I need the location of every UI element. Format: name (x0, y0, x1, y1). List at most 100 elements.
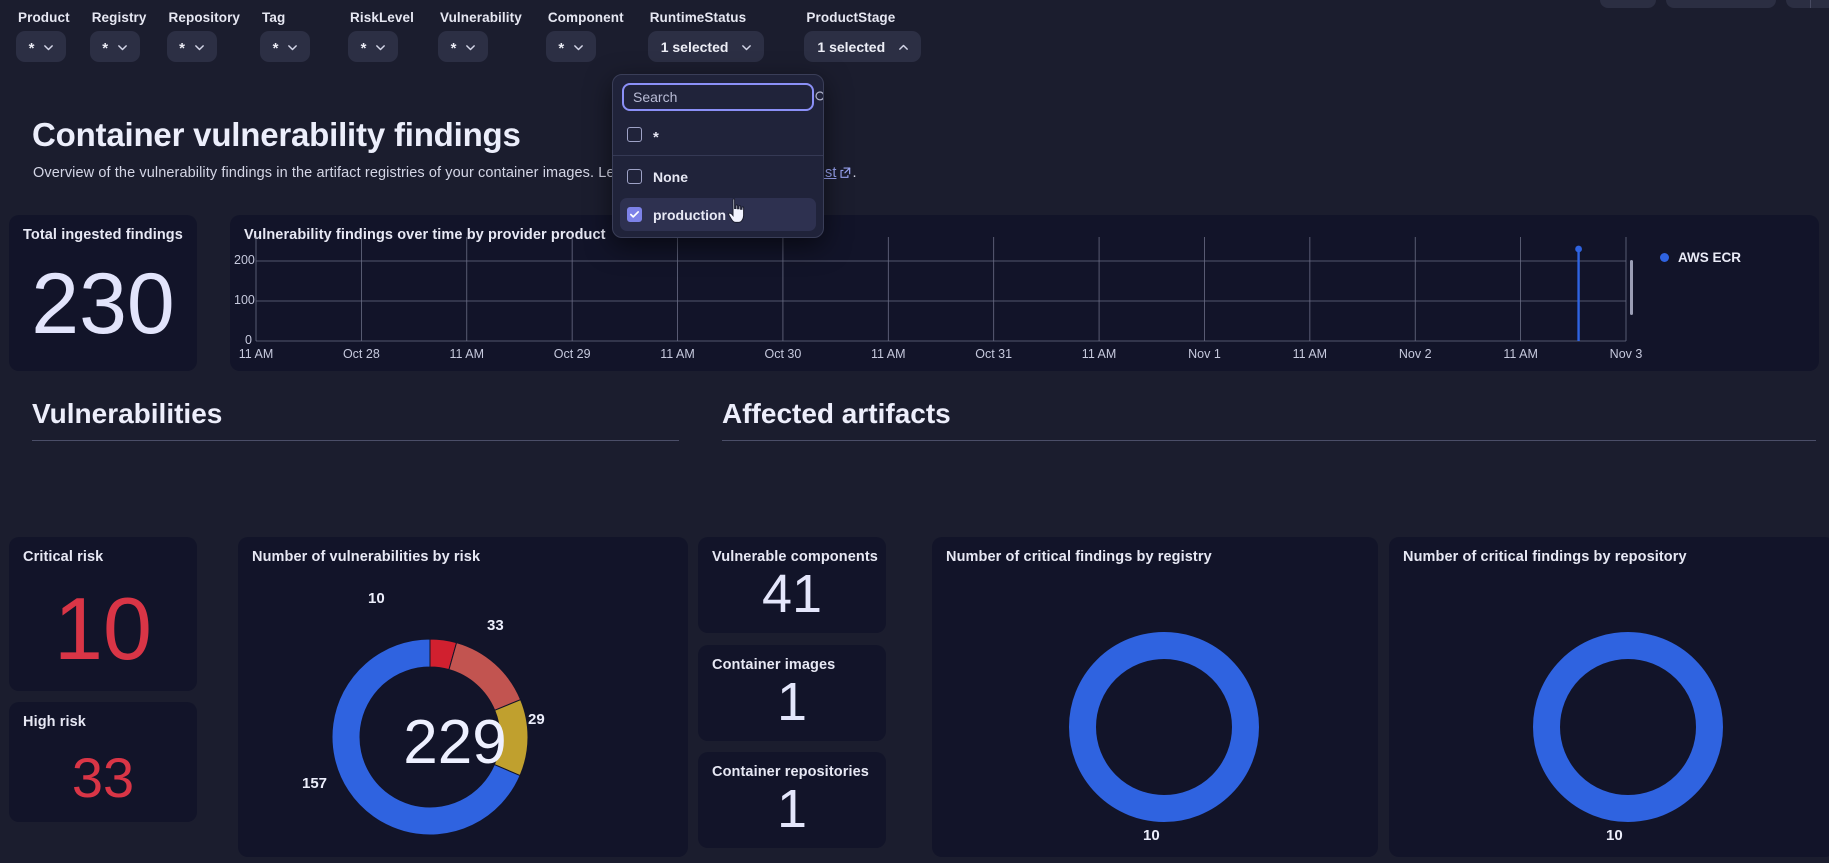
donut-slice-label: 10 (1143, 827, 1160, 844)
dropdown-option-all[interactable]: * (620, 118, 816, 151)
donut-slice-label: 157 (302, 775, 328, 792)
y-axis-tick-label: 200 (234, 253, 255, 267)
filter-group-product: Product * (16, 10, 70, 62)
filter-label-productstage: ProductStage (806, 10, 896, 25)
filter-bar: Product * Registry * Repository * Tag * … (16, 10, 931, 62)
filter-group-registry: Registry * (89, 10, 147, 62)
page-description-suffix: . (852, 165, 857, 181)
checkbox-icon[interactable] (627, 169, 642, 184)
top-button-partial-2[interactable] (1666, 0, 1776, 8)
filter-control-repository[interactable]: * (166, 31, 217, 62)
donut-slice-label: 10 (1606, 827, 1623, 844)
filter-control-productstage[interactable]: 1 selected (804, 31, 922, 62)
filter-value-repository: * (179, 39, 185, 57)
top-chrome-partial (1600, 0, 1829, 8)
checkbox-icon[interactable] (627, 127, 642, 142)
card-container-repositories: Container repositories 1 (698, 752, 886, 848)
section-rule (32, 440, 679, 441)
donut-slice-label: 29 (528, 711, 545, 728)
chevron-down-icon (194, 42, 204, 52)
card-title: Container images (712, 657, 836, 673)
donut-chart-critical-by-registry (1069, 632, 1259, 822)
filter-control-runtimestatus[interactable]: 1 selected (647, 31, 765, 62)
card-total-ingested-findings: Total ingested findings 230 (9, 215, 197, 371)
card-value: 1 (776, 779, 808, 839)
filter-group-runtimestatus: RuntimeStatus 1 selected (647, 10, 765, 62)
card-container-images: Container images 1 (698, 645, 886, 741)
filter-label-risklevel: RiskLevel (350, 10, 414, 25)
x-axis-tick-label: 11 AM (660, 347, 695, 361)
donut-slice-label: 33 (487, 617, 504, 634)
card-vulnerable-components: Vulnerable components 41 (698, 537, 886, 633)
top-divider (1810, 0, 1811, 8)
x-axis-tick-label: 11 AM (1292, 347, 1328, 361)
card-critical-findings-by-registry: Number of critical findings by registry … (932, 537, 1378, 857)
productstage-dropdown-panel: * None production (612, 74, 824, 238)
filter-label-runtimestatus: RuntimeStatus (649, 10, 747, 25)
filter-control-product[interactable]: * (16, 31, 66, 62)
filter-control-tag[interactable]: * (260, 31, 311, 62)
dropdown-option-label: production (653, 206, 727, 223)
filter-group-tag: Tag * (260, 10, 311, 62)
filter-label-registry: Registry (91, 10, 147, 25)
x-axis-tick-label: 11 AM (1081, 347, 1117, 361)
x-axis-tick-label: 11 AM (871, 347, 906, 361)
filter-control-registry[interactable]: * (89, 31, 140, 62)
card-value: 33 (71, 746, 135, 809)
donut-slice-label: 10 (368, 590, 385, 607)
filter-group-risklevel: RiskLevel * (348, 10, 414, 62)
dropdown-option-production[interactable]: production (620, 198, 816, 231)
top-button-partial-1[interactable] (1600, 0, 1656, 8)
external-link-icon (839, 166, 852, 183)
checkbox-checked-icon[interactable] (627, 207, 642, 222)
dropdown-option-label: * (653, 129, 659, 146)
filter-group-vulnerability: Vulnerability * (437, 10, 522, 62)
legend-color-swatch (1660, 253, 1669, 262)
dropdown-separator (613, 155, 823, 156)
card-vulnerability-findings-over-time: Vulnerability findings over time by prov… (230, 215, 1819, 371)
x-axis-tick-label: Nov 2 (1398, 347, 1432, 361)
card-title: High risk (23, 714, 86, 730)
chevron-down-icon (287, 42, 298, 52)
card-title: Total ingested findings (23, 227, 183, 243)
x-axis-tick-label: 11 AM (449, 347, 485, 361)
y-axis-tick-label: 0 (245, 333, 252, 347)
filter-group-repository: Repository * (166, 10, 241, 62)
filter-label-component: Component (547, 10, 624, 25)
card-critical-risk: Critical risk 10 (9, 537, 197, 691)
filter-control-component[interactable]: * (545, 31, 596, 62)
filter-group-productstage: ProductStage 1 selected (804, 10, 922, 62)
chevron-up-icon (898, 42, 909, 52)
card-value: 10 (54, 579, 152, 678)
filter-value-runtimestatus: 1 selected (660, 38, 729, 55)
dropdown-search-box[interactable] (622, 83, 823, 111)
x-axis-tick-label: Oct 31 (975, 347, 1013, 361)
chevron-down-icon (573, 42, 584, 52)
filter-control-vulnerability[interactable]: * (437, 31, 488, 62)
card-title: Vulnerable components (712, 549, 878, 565)
chart-legend: AWS ECR (1660, 250, 1741, 265)
filter-label-tag: Tag (262, 10, 286, 25)
donut-chart-critical-by-repository (1533, 632, 1723, 822)
filter-value-productstage: 1 selected (817, 38, 886, 55)
chevron-down-icon (117, 42, 128, 52)
card-value: 230 (31, 256, 175, 352)
x-axis-tick-label: Oct 30 (764, 347, 802, 361)
chevron-down-icon (43, 42, 54, 52)
top-button-partial-3[interactable] (1786, 0, 1829, 8)
search-input[interactable] (633, 89, 814, 105)
filter-value-registry: * (102, 39, 109, 57)
donut-chart-vulnerabilities-by-risk (331, 638, 529, 836)
card-critical-findings-by-repository: Number of critical findings by repositor… (1389, 537, 1829, 857)
x-axis-tick-label: 11 AM (238, 347, 274, 361)
filter-value-component: * (558, 39, 565, 57)
dropdown-option-label: None (653, 168, 688, 185)
dropdown-option-none[interactable]: None (620, 160, 816, 193)
filter-control-risklevel[interactable]: * (348, 31, 399, 62)
page-title: Container vulnerability findings (32, 116, 521, 153)
chart-scroll-handle[interactable] (1630, 260, 1633, 315)
x-axis-tick-label: 11 AM (1503, 347, 1538, 361)
donut-center-total: 229 (403, 708, 507, 777)
x-axis-tick-label: Nov 3 (1609, 347, 1643, 361)
search-icon (814, 90, 823, 104)
